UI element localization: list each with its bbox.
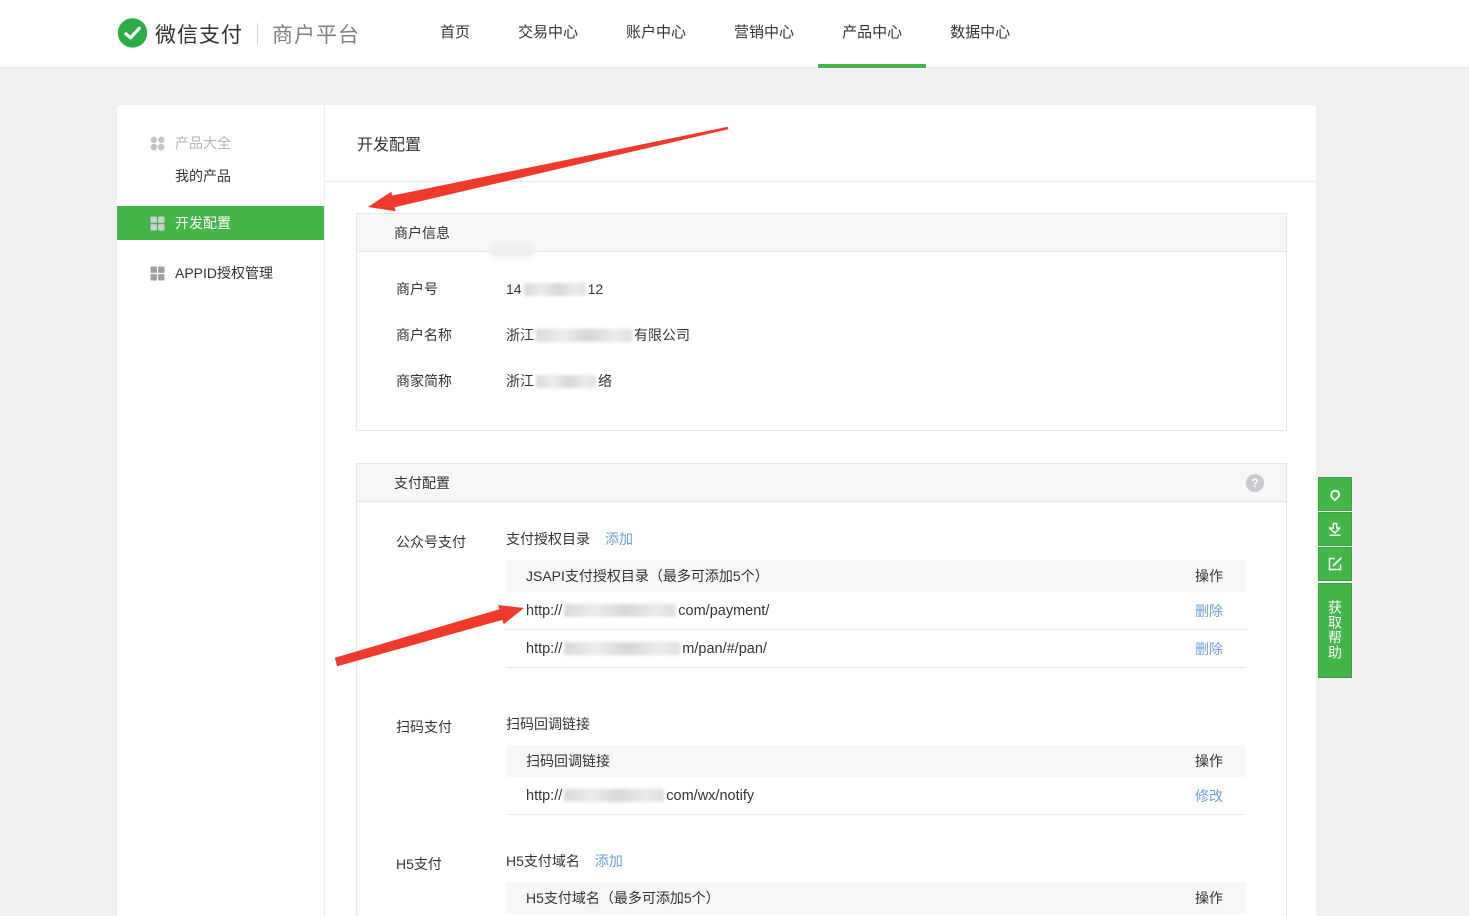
nav-item-marketing-center[interactable]: 营销中心 <box>710 0 818 68</box>
table-op-header: 操作 <box>1195 566 1223 586</box>
sidebar-group-product-catalog[interactable]: 产品大全 <box>117 130 324 156</box>
payment-config-title: 支付配置 <box>394 473 450 493</box>
brand-name: 微信支付 <box>155 19 243 49</box>
h5-pay-label: H5支付 <box>396 851 506 916</box>
table-row: http:// com/payment/ 删除 <box>506 592 1246 630</box>
merchant-shortname-label: 商家简称 <box>396 371 506 391</box>
scan-callback-table: 扫码回调链接 操作 http:// com/wx/notify 修改 <box>506 745 1246 815</box>
table-row: http:// m/pan/#/pan/ 删除 <box>506 630 1246 668</box>
merchant-id-row: 商户号 14 12 <box>357 266 1286 312</box>
grid-dots-icon <box>150 136 165 151</box>
floating-toolbar: 获取帮助 <box>1318 477 1352 678</box>
table-op-header: 操作 <box>1195 888 1223 908</box>
redacted-text <box>564 604 676 617</box>
scan-pay-label: 扫码支付 <box>396 714 506 815</box>
nav-item-data-center[interactable]: 数据中心 <box>926 0 1034 68</box>
auth-dir-subtitle: 支付授权目录 <box>506 529 590 549</box>
add-h5-domain-link[interactable]: 添加 <box>595 851 623 871</box>
h5-pay-section: H5支付 H5支付域名 添加 H5支付域名（最多可添加5个） 操作 <box>357 851 1286 916</box>
h5-domain-table: H5支付域名（最多可添加5个） 操作 dia .com 删除 <box>506 882 1246 916</box>
payment-config-panel: 支付配置 ? 公众号支付 支付授权目录 添加 JSAPI支付授权目录（最多可添加 <box>356 463 1287 916</box>
table-header-label: H5支付域名（最多可添加5个） <box>526 888 720 908</box>
redacted-smudge <box>490 246 534 258</box>
page-title-bar: 开发配置 <box>325 105 1316 182</box>
redacted-text <box>564 642 680 655</box>
grid-squares-icon <box>150 216 165 231</box>
download-icon <box>1326 520 1344 538</box>
get-help-button[interactable]: 获取帮助 <box>1318 583 1352 678</box>
jsapi-auth-dir-table: JSAPI支付授权目录（最多可添加5个） 操作 http:// com/paym… <box>506 560 1246 668</box>
payment-config-header: 支付配置 ? <box>357 464 1286 502</box>
main-nav: 首页 交易中心 账户中心 营销中心 产品中心 数据中心 <box>416 0 1034 68</box>
merchant-info-title: 商户信息 <box>394 223 450 243</box>
merchant-name-value: 浙江 有限公司 <box>506 325 690 345</box>
download-button[interactable] <box>1318 512 1352 546</box>
sidebar-item-dev-config[interactable]: 开发配置 <box>117 206 324 240</box>
grid-squares-icon <box>150 266 165 281</box>
merchant-name-label: 商户名称 <box>396 325 506 345</box>
merchant-shortname-row: 商家简称 浙江 络 <box>357 358 1286 404</box>
wechat-pay-logo: 微信支付 商户平台 <box>117 18 360 49</box>
wechat-pay-bubble-icon <box>117 18 148 49</box>
add-auth-dir-link[interactable]: 添加 <box>605 529 633 549</box>
table-header-label: JSAPI支付授权目录（最多可添加5个） <box>526 566 769 586</box>
redacted-text <box>524 283 586 296</box>
sidebar-item-label: APPID授权管理 <box>175 263 273 283</box>
link-icon <box>1326 485 1344 503</box>
merchant-shortname-value: 浙江 络 <box>506 371 612 391</box>
logo-divider <box>257 23 258 45</box>
top-header: 微信支付 商户平台 首页 交易中心 账户中心 营销中心 产品中心 数据中心 <box>0 0 1469 68</box>
merchant-id-value: 14 12 <box>506 281 603 297</box>
table-header-row: 扫码回调链接 操作 <box>506 745 1246 777</box>
h5-domain-subtitle: H5支付域名 <box>506 851 580 871</box>
jsapi-pay-label: 公众号支付 <box>396 529 506 668</box>
table-header-row: JSAPI支付授权目录（最多可添加5个） 操作 <box>506 560 1246 592</box>
redacted-text <box>536 329 632 342</box>
table-op-header: 操作 <box>1195 751 1223 771</box>
product-name: 商户平台 <box>272 19 360 49</box>
modify-link[interactable]: 修改 <box>1195 786 1223 806</box>
delete-link[interactable]: 删除 <box>1195 639 1223 659</box>
scan-callback-url: http:// com/wx/notify <box>526 788 754 804</box>
main-content: 开发配置 商户信息 商户号 14 12 商户名称 <box>325 105 1316 916</box>
nav-item-home[interactable]: 首页 <box>416 0 494 68</box>
delete-link[interactable]: 删除 <box>1195 601 1223 621</box>
sidebar-item-my-products[interactable]: 我的产品 <box>117 163 324 189</box>
page-title: 开发配置 <box>357 131 421 155</box>
content-card: 产品大全 我的产品 开发配置 APPID授权管理 开发配置 商户信息 <box>117 105 1316 916</box>
redacted-text <box>536 375 596 388</box>
link-button[interactable] <box>1318 477 1352 511</box>
scan-pay-section: 扫码支付 扫码回调链接 扫码回调链接 操作 ht <box>357 714 1286 815</box>
redacted-text <box>564 789 664 802</box>
sidebar-item-appid-auth[interactable]: APPID授权管理 <box>117 256 324 290</box>
jsapi-pay-section: 公众号支付 支付授权目录 添加 JSAPI支付授权目录（最多可添加5个） 操作 <box>357 529 1286 668</box>
table-row: http:// com/wx/notify 修改 <box>506 777 1246 815</box>
merchant-info-body: 商户号 14 12 商户名称 浙江 有限公司 商家简 <box>357 252 1286 430</box>
nav-item-account-center[interactable]: 账户中心 <box>602 0 710 68</box>
edit-button[interactable] <box>1318 547 1352 581</box>
auth-dir-url: http:// com/payment/ <box>526 603 769 619</box>
merchant-info-panel: 商户信息 商户号 14 12 商户名称 浙江 有限 <box>356 213 1287 431</box>
edit-icon <box>1326 555 1344 573</box>
sidebar-item-label: 开发配置 <box>175 213 231 233</box>
scan-callback-subtitle: 扫码回调链接 <box>506 714 590 734</box>
merchant-id-label: 商户号 <box>396 279 506 299</box>
help-icon[interactable]: ? <box>1246 474 1264 492</box>
payment-config-body: 公众号支付 支付授权目录 添加 JSAPI支付授权目录（最多可添加5个） 操作 <box>357 502 1286 916</box>
nav-item-transaction-center[interactable]: 交易中心 <box>494 0 602 68</box>
merchant-name-row: 商户名称 浙江 有限公司 <box>357 312 1286 358</box>
sidebar: 产品大全 我的产品 开发配置 APPID授权管理 <box>117 105 325 916</box>
table-header-row: H5支付域名（最多可添加5个） 操作 <box>506 882 1246 914</box>
auth-dir-url: http:// m/pan/#/pan/ <box>526 641 767 657</box>
table-header-label: 扫码回调链接 <box>526 751 610 771</box>
nav-item-product-center[interactable]: 产品中心 <box>818 0 926 68</box>
sidebar-group-label: 产品大全 <box>175 133 231 153</box>
